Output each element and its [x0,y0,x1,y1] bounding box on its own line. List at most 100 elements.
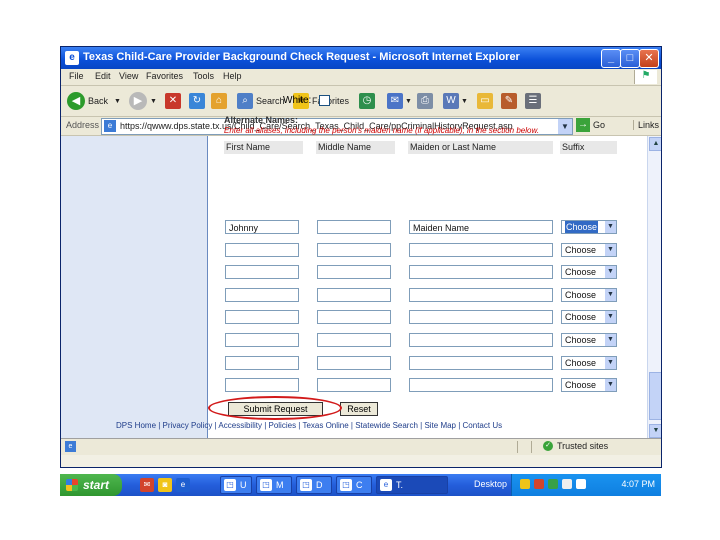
first-name-input[interactable] [225,356,299,370]
window-title: Texas Child-Care Provider Background Che… [83,51,520,63]
first-name-input[interactable]: Johnny [225,220,299,234]
last-name-input[interactable] [409,243,553,257]
task-button-active[interactable]: e T. [376,476,448,494]
scroll-thumb[interactable] [649,372,661,420]
scroll-down-icon[interactable]: ▼ [649,424,661,438]
task-label: T. [396,480,404,490]
menu-edit[interactable]: Edit [95,71,111,81]
chevron-down-icon: ▼ [605,266,616,278]
home-button[interactable]: ⌂ [211,91,227,111]
last-name-input[interactable] [409,310,553,324]
footer-links[interactable]: DPS Home | Privacy Policy | Accessibilit… [116,421,502,430]
task-button[interactable]: ◳ C [336,476,372,494]
menu-view[interactable]: View [119,71,138,81]
folder-button[interactable]: ▭ [477,91,493,111]
start-button[interactable]: start [60,474,122,496]
middle-name-input[interactable] [317,243,391,257]
suffix-value: Choose [565,358,597,368]
forward-button[interactable]: ▶ ▼ [129,91,157,111]
last-name-input[interactable] [409,265,553,279]
first-name-input[interactable] [225,288,299,302]
links-button[interactable]: Links [633,120,659,130]
maximize-button[interactable]: □ [620,49,640,68]
page-content [61,136,647,438]
suffix-select[interactable]: Choose ▼ [561,288,617,302]
address-label: Address [66,120,100,130]
suffix-select[interactable]: Choose ▼ [561,265,617,279]
suffix-select[interactable]: Choose ▼ [561,356,617,370]
column-header-suffix: Suffix [560,141,617,154]
first-name-input[interactable] [225,310,299,324]
last-name-input[interactable]: Maiden Name [409,220,553,234]
suffix-select[interactable]: Choose ▼ [561,310,617,324]
menu-file[interactable]: File [69,71,84,81]
middle-name-input[interactable] [317,310,391,324]
app-icon: e [380,479,392,491]
edit-button[interactable]: W ▼ [443,91,468,111]
minimize-button[interactable]: _ [601,49,621,68]
middle-name-input[interactable] [317,378,391,392]
refresh-button[interactable]: ↻ [189,91,205,111]
reset-button[interactable]: Reset [340,402,378,416]
first-name-input[interactable] [225,243,299,257]
tray-icon[interactable] [534,479,544,489]
mail-button[interactable]: ✉ ▼ [387,91,412,111]
page-icon: e [65,441,76,452]
tray-icon[interactable] [548,479,558,489]
tray-icon[interactable] [520,479,530,489]
task-button[interactable]: ◳ M [256,476,292,494]
suffix-select[interactable]: Choose ▼ [561,220,617,234]
middle-name-input[interactable] [317,356,391,370]
quicklaunch-icon[interactable]: ◙ [158,478,172,492]
app-icon: ◳ [300,479,312,491]
vertical-scrollbar[interactable]: ▲ ▼ [647,136,661,438]
last-name-input[interactable] [409,378,553,392]
mail-icon: ✉ [387,93,403,109]
first-name-input[interactable] [225,378,299,392]
task-button[interactable]: ◳ U [220,476,252,494]
close-button[interactable]: ✕ [639,49,659,68]
suffix-value: Choose [565,290,597,300]
quicklaunch-icon[interactable]: e [176,478,190,492]
first-name-input[interactable] [225,333,299,347]
last-name-input[interactable] [409,356,553,370]
last-name-input[interactable] [409,333,553,347]
suffix-select[interactable]: Choose ▼ [561,333,617,347]
chevron-down-icon[interactable]: ▼ [558,119,572,134]
task-label: U [240,480,247,490]
suffix-value: Choose [565,221,599,233]
status-cell [517,441,518,453]
search-button[interactable]: ⌕ Search [237,91,285,111]
print-button[interactable]: ⎙ [417,91,433,111]
desktop-toolbar-label[interactable]: Desktop [474,479,507,489]
middle-name-input[interactable] [317,265,391,279]
task-button[interactable]: ◳ D [296,476,332,494]
stop-button[interactable]: ✕ [165,91,181,111]
tray-icon[interactable] [562,479,572,489]
suffix-value: Choose [565,267,597,277]
first-name-input[interactable] [225,265,299,279]
tray-icon[interactable] [576,479,586,489]
title-bar[interactable]: e Texas Child-Care Provider Background C… [61,47,661,69]
middle-name-input[interactable] [317,220,391,234]
suffix-value: Choose [565,335,597,345]
menu-tools[interactable]: Tools [193,71,214,81]
scroll-up-icon[interactable]: ▲ [649,137,661,151]
messenger-button[interactable]: ☰ [525,91,541,111]
last-name-input[interactable] [409,288,553,302]
research-button[interactable]: ✎ [501,91,517,111]
white-label: White: [283,95,312,106]
history-button[interactable]: ◷ [359,91,375,111]
task-label: C [356,480,363,490]
back-button[interactable]: ◀ Back ▼ [67,91,121,111]
middle-name-input[interactable] [317,333,391,347]
quicklaunch-icon[interactable]: ✉ [140,478,154,492]
menu-help[interactable]: Help [223,71,242,81]
suffix-select[interactable]: Choose ▼ [561,378,617,392]
go-button[interactable]: → Go [576,118,605,132]
chevron-down-icon: ▼ [605,379,616,391]
white-checkbox[interactable] [319,95,331,106]
middle-name-input[interactable] [317,288,391,302]
suffix-select[interactable]: Choose ▼ [561,243,617,257]
menu-favorites[interactable]: Favorites [146,71,183,81]
